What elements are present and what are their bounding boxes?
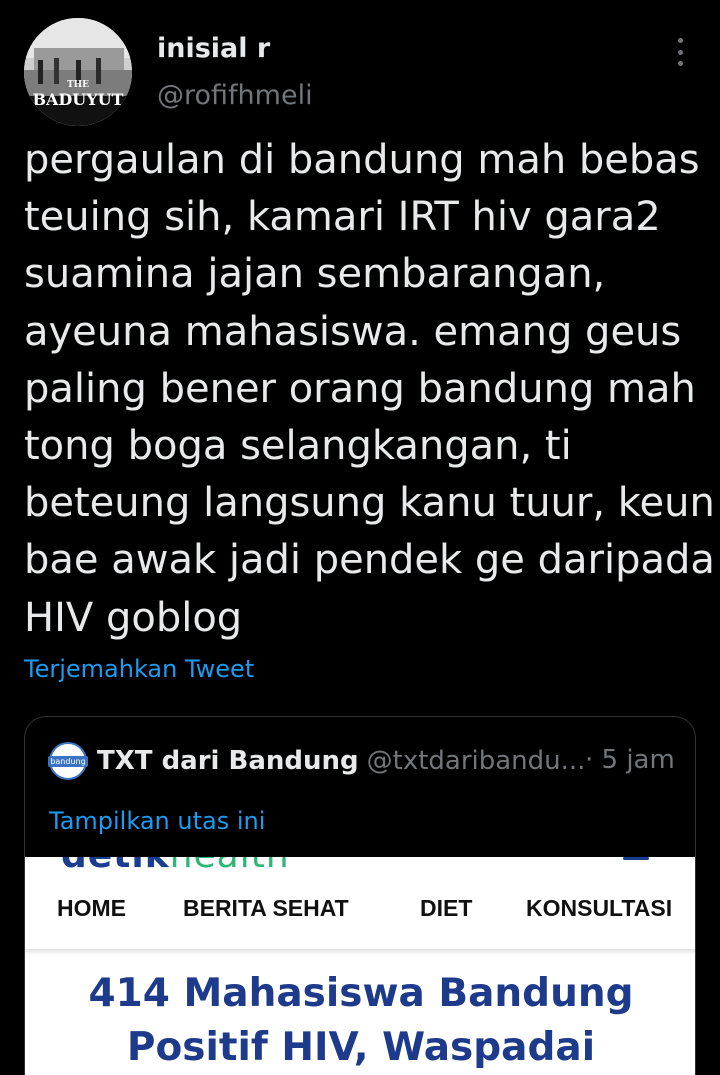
nav-item-berita-sehat: BERITA SEHAT [183,895,349,921]
show-thread-link[interactable]: Tampilkan utas ini [49,807,265,835]
tweet-line: teuing sih, kamari IRT hiv gara2 [24,194,661,241]
tweet-line: bae awak jadi pendek ge daripada [24,537,715,584]
tweet-line: ayeuna mahasiswa. emang geus [24,308,682,355]
quoted-tweet-header: bandung TXT dari Bandung @txtdaribandu..… [48,742,586,780]
quoted-author-avatar[interactable]: bandung [48,742,88,780]
tweet-line: pergaulan di bandung mah bebas [24,137,700,183]
tweet-line: HIV goblog [24,594,243,641]
hamburger-menu-icon [623,857,649,863]
author-name[interactable]: inisial r [157,33,270,64]
tweet-line: suamina jajan sembarangan, [24,251,606,298]
tweet-line: paling bener orang bandung mah [24,365,696,412]
more-vertical-icon [677,38,683,43]
author-avatar[interactable]: THE BADUYUT [24,18,132,126]
nav-item-konsultasi: KONSULTASI [526,895,673,921]
tweet-line: tong boga selangkangan, ti [24,423,572,470]
translate-tweet-link[interactable]: Terjemahkan Tweet [24,655,254,683]
avatar-image [24,18,132,126]
quoted-author-handle[interactable]: @txtdaribandu... [367,746,586,776]
article-nav-bar: detikhealth HOME BERITA SEHAT DIET KONSU… [25,857,695,949]
article-headline: 414 Mahasiswa Bandung Positif HIV, Waspa… [88,971,634,1070]
quoted-author-name[interactable]: TXT dari Bandung [97,746,359,776]
author-handle[interactable]: @rofifhmeli [157,80,313,111]
quoted-tweet-card[interactable]: bandung TXT dari Bandung @txtdaribandu..… [24,716,696,1075]
nav-item-diet: DIET [420,895,473,921]
more-options-button[interactable] [664,34,696,70]
quoted-avatar-label: bandung [48,755,88,767]
tweet-text: pergaulan di bandung mah bebas teuing si… [24,132,715,647]
avatar-text-top: THE [66,80,90,90]
avatar-text-main: BADUYUT [32,90,124,109]
article-screenshot: detikhealth HOME BERITA SEHAT DIET KONSU… [25,857,695,1075]
nav-item-home: HOME [57,895,126,921]
tweet-line: beteung langsung kanu tuur, keun [24,480,715,527]
site-logo: detikhealth [61,857,290,876]
quoted-tweet-time[interactable]: · 5 jam [585,745,675,775]
